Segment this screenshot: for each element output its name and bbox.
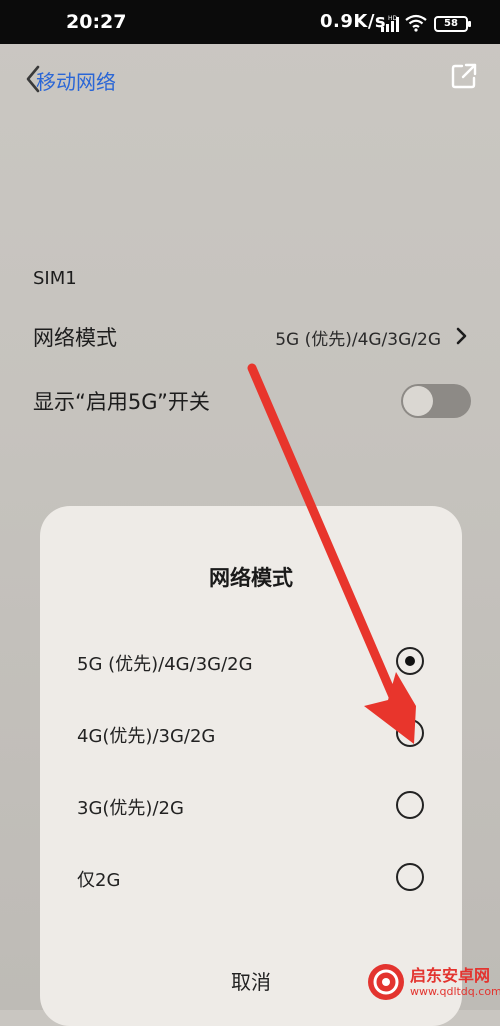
page-title: 移动网络 — [36, 70, 116, 94]
radio-unselected-icon[interactable] — [396, 791, 424, 819]
open-external-icon[interactable] — [450, 62, 478, 90]
radio-selected-icon[interactable] — [396, 647, 424, 675]
network-mode-value: 5G (优先)/4G/3G/2G — [275, 330, 441, 350]
network-speed: 0.9K/s — [320, 11, 387, 32]
option-3g-preferred[interactable]: 3G(优先)/2G — [40, 780, 462, 832]
battery-icon: 58 — [434, 16, 471, 32]
toggle-knob — [403, 386, 433, 416]
option-label: 3G(优先)/2G — [77, 798, 184, 819]
option-label: 4G(优先)/3G/2G — [77, 726, 216, 747]
network-mode-row[interactable]: 网络模式 5G (优先)/4G/3G/2G — [33, 314, 473, 354]
dialog-title: 网络模式 — [209, 566, 293, 590]
hd-signal-icon: HD — [381, 15, 399, 32]
battery-level: 58 — [444, 18, 458, 29]
show-5g-toggle[interactable] — [401, 384, 471, 418]
sim-section-label: SIM1 — [33, 268, 77, 289]
network-mode-dialog: 网络模式 5G (优先)/4G/3G/2G 4G(优先)/3G/2G 3G(优先… — [40, 506, 462, 1026]
watermark-url: www.qdltdq.com — [410, 985, 500, 998]
option-5g-preferred[interactable]: 5G (优先)/4G/3G/2G — [40, 636, 462, 688]
screen: 20:27 0.9K/s HD 58 移动网络 SIM1 网络模式 5G (优先… — [0, 0, 500, 1026]
option-4g-preferred[interactable]: 4G(优先)/3G/2G — [40, 708, 462, 760]
status-time: 20:27 — [66, 11, 127, 33]
show-5g-toggle-label: 显示“启用5G”开关 — [33, 390, 210, 414]
network-mode-label: 网络模式 — [33, 326, 117, 350]
watermark-logo-icon — [368, 964, 404, 1000]
watermark: 启东安卓网 www.qdltdq.com — [368, 962, 500, 1006]
status-bar: 20:27 0.9K/s HD 58 — [0, 0, 500, 44]
wifi-icon — [405, 14, 427, 32]
option-2g-only[interactable]: 仅2G — [40, 852, 462, 904]
watermark-name: 启东安卓网 — [410, 966, 491, 985]
radio-unselected-icon[interactable] — [396, 719, 424, 747]
radio-unselected-icon[interactable] — [396, 863, 424, 891]
show-5g-toggle-row: 显示“启用5G”开关 — [33, 378, 473, 418]
option-label: 5G (优先)/4G/3G/2G — [77, 654, 253, 675]
option-label: 仅2G — [77, 870, 121, 891]
chevron-right-icon — [456, 327, 467, 345]
